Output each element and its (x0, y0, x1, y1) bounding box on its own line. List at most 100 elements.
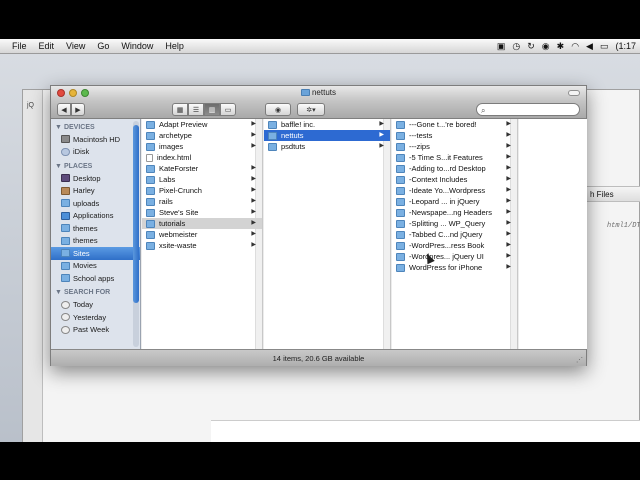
disclosure-arrow-icon: ▶ (379, 121, 384, 127)
menu-help[interactable]: Help (159, 41, 190, 51)
volume-icon[interactable]: ◀ (586, 41, 593, 52)
sidebar-item-past-week[interactable]: Past Week (51, 324, 140, 337)
list-item[interactable]: nettuts ▶ (264, 130, 390, 141)
list-item[interactable]: Adapt Preview ▶ (142, 119, 262, 130)
list-item[interactable]: -Context Includes ▶ (392, 174, 517, 185)
list-item[interactable]: psdtuts ▶ (264, 141, 390, 152)
desktop-icon (61, 174, 70, 183)
menubar-clock[interactable]: (1:17 (615, 41, 636, 51)
sidebar-header-places[interactable]: ▼ PLACES (51, 158, 140, 172)
folder-icon (396, 153, 405, 162)
sidebar-item-yesterday[interactable]: Yesterday (51, 311, 140, 324)
list-item-label: index.html (157, 153, 192, 162)
sidebar-item-desktop[interactable]: Desktop (51, 172, 140, 185)
list-item[interactable]: ---zips ▶ (392, 141, 517, 152)
sidebar-item-school-apps[interactable]: School apps (51, 272, 140, 285)
clock-icon (61, 313, 70, 322)
quick-look-button[interactable]: ◉ (265, 103, 291, 116)
column-scrollbar[interactable] (383, 119, 390, 349)
list-item[interactable]: -Leopard ... in jQuery ▶ (392, 196, 517, 207)
sidebar-item-today[interactable]: Today (51, 299, 140, 312)
action-button[interactable]: ✲▾ (297, 103, 325, 116)
disclosure-arrow-icon: ▶ (251, 209, 256, 215)
list-item[interactable]: archetype ▶ (142, 130, 262, 141)
list-item-label: -Leopard ... in jQuery (409, 197, 480, 206)
menu-file[interactable]: File (6, 41, 33, 51)
list-item[interactable]: tutorials ▶ (142, 218, 262, 229)
list-item[interactable]: Steve's Site ▶ (142, 207, 262, 218)
column-nettuts: ---Gone t...'re bored! ▶ ---tests ▶ ---zips ▶… (392, 119, 518, 349)
list-item[interactable]: rails ▶ (142, 196, 262, 207)
background-tab[interactable]: h Files (583, 186, 640, 202)
resize-grip-icon[interactable]: ⋰ (576, 356, 583, 364)
wifi-icon[interactable]: ◠ (571, 41, 579, 52)
column-view-button[interactable]: ▥ (204, 103, 220, 116)
folder-icon (146, 208, 155, 217)
list-item[interactable]: -Adding to...rd Desktop ▶ (392, 163, 517, 174)
title-bar[interactable]: nettuts (51, 86, 586, 101)
folder-icon (61, 261, 70, 270)
menu-view[interactable]: View (60, 41, 91, 51)
disclosure-triangle-icon[interactable]: ▼ (55, 124, 62, 131)
search-input[interactable]: ⌕ (476, 103, 580, 116)
sync-icon[interactable]: ↻ (527, 41, 535, 52)
battery-icon[interactable]: ▭ (600, 41, 609, 52)
list-item-label: -Tabbed C...nd jQuery (409, 230, 483, 239)
sidebar-item-macintosh-hd[interactable]: Macintosh HD (51, 133, 140, 146)
disclosure-triangle-icon[interactable]: ▼ (55, 289, 62, 296)
sidebar-item-movies[interactable]: Movies (51, 260, 140, 273)
sidebar-item-harley[interactable]: Harley (51, 185, 140, 198)
list-item-label: KateForster (159, 164, 199, 173)
status-text: 14 items, 20.6 GB available (272, 354, 365, 363)
list-view-button[interactable]: ☰ (188, 103, 204, 116)
disclosure-triangle-icon[interactable]: ▼ (55, 163, 62, 170)
list-item[interactable]: index.html (142, 152, 262, 163)
disclosure-arrow-icon: ▶ (506, 187, 511, 193)
sidebar-item-themes-2[interactable]: themes (51, 235, 140, 248)
sidebar-header-search-for[interactable]: ▼ SEARCH FOR (51, 285, 140, 299)
menu-go[interactable]: Go (91, 41, 115, 51)
sidebar-scroll-thumb[interactable] (133, 125, 139, 303)
menu-window[interactable]: Window (115, 41, 159, 51)
time-machine-icon[interactable]: ◷ (512, 41, 520, 52)
cover-flow-button[interactable]: ▭ (220, 103, 236, 116)
screen-record-icon[interactable]: ▣ (497, 41, 506, 52)
search-icon: ⌕ (481, 106, 486, 115)
list-item[interactable]: baffle! inc. ▶ (264, 119, 390, 130)
back-button[interactable]: ◀ (57, 103, 71, 116)
sidebar-scrollbar[interactable] (133, 121, 139, 347)
folder-icon (396, 131, 405, 140)
status-icon[interactable]: ◉ (542, 41, 550, 52)
folder-icon (396, 241, 405, 250)
list-item[interactable]: images ▶ (142, 141, 262, 152)
sidebar-item-applications[interactable]: Applications (51, 210, 140, 223)
icon-view-button[interactable]: ▦ (172, 103, 188, 116)
list-item[interactable]: -Tabbed C...nd jQuery ▶ (392, 229, 517, 240)
sidebar-item-themes[interactable]: themes (51, 222, 140, 235)
list-item[interactable]: -WordPres...ress Book ▶ (392, 240, 517, 251)
list-item[interactable]: -Wordpres... jQuery UI ▶ (392, 251, 517, 262)
sidebar-item-uploads[interactable]: uploads (51, 197, 140, 210)
toolbar-toggle-button[interactable] (568, 90, 580, 96)
sidebar-item-idisk[interactable]: iDisk (51, 146, 140, 159)
list-item[interactable]: ---tests ▶ (392, 130, 517, 141)
folder-icon (61, 236, 70, 245)
disclosure-arrow-icon: ▶ (251, 231, 256, 237)
list-item[interactable]: -Splitting ... WP_Query ▶ (392, 218, 517, 229)
finder-window: nettuts ◀ ▶ ▦ ☰ ▥ ▭ ◉ ✲▾ ⌕ ▼ DEVICES Maci… (50, 85, 587, 366)
list-item[interactable]: -Newspape...ng Headers ▶ (392, 207, 517, 218)
list-item[interactable]: WordPress for iPhone ▶ (392, 262, 517, 273)
list-item[interactable]: Pixel-Crunch ▶ (142, 185, 262, 196)
sidebar-header-devices[interactable]: ▼ DEVICES (51, 119, 140, 133)
list-item[interactable]: ---Gone t...'re bored! ▶ (392, 119, 517, 130)
list-item[interactable]: KateForster ▶ (142, 163, 262, 174)
list-item[interactable]: webmeister ▶ (142, 229, 262, 240)
bluetooth-icon[interactable]: ✱ (557, 41, 565, 52)
sidebar-item-sites[interactable]: Sites (51, 247, 140, 260)
list-item[interactable]: xsite-waste ▶ (142, 240, 262, 251)
list-item[interactable]: -Ideate Yo...Wordpress ▶ (392, 185, 517, 196)
menu-edit[interactable]: Edit (33, 41, 61, 51)
list-item[interactable]: Labs ▶ (142, 174, 262, 185)
forward-button[interactable]: ▶ (71, 103, 85, 116)
list-item[interactable]: -5 Time S...it Features ▶ (392, 152, 517, 163)
